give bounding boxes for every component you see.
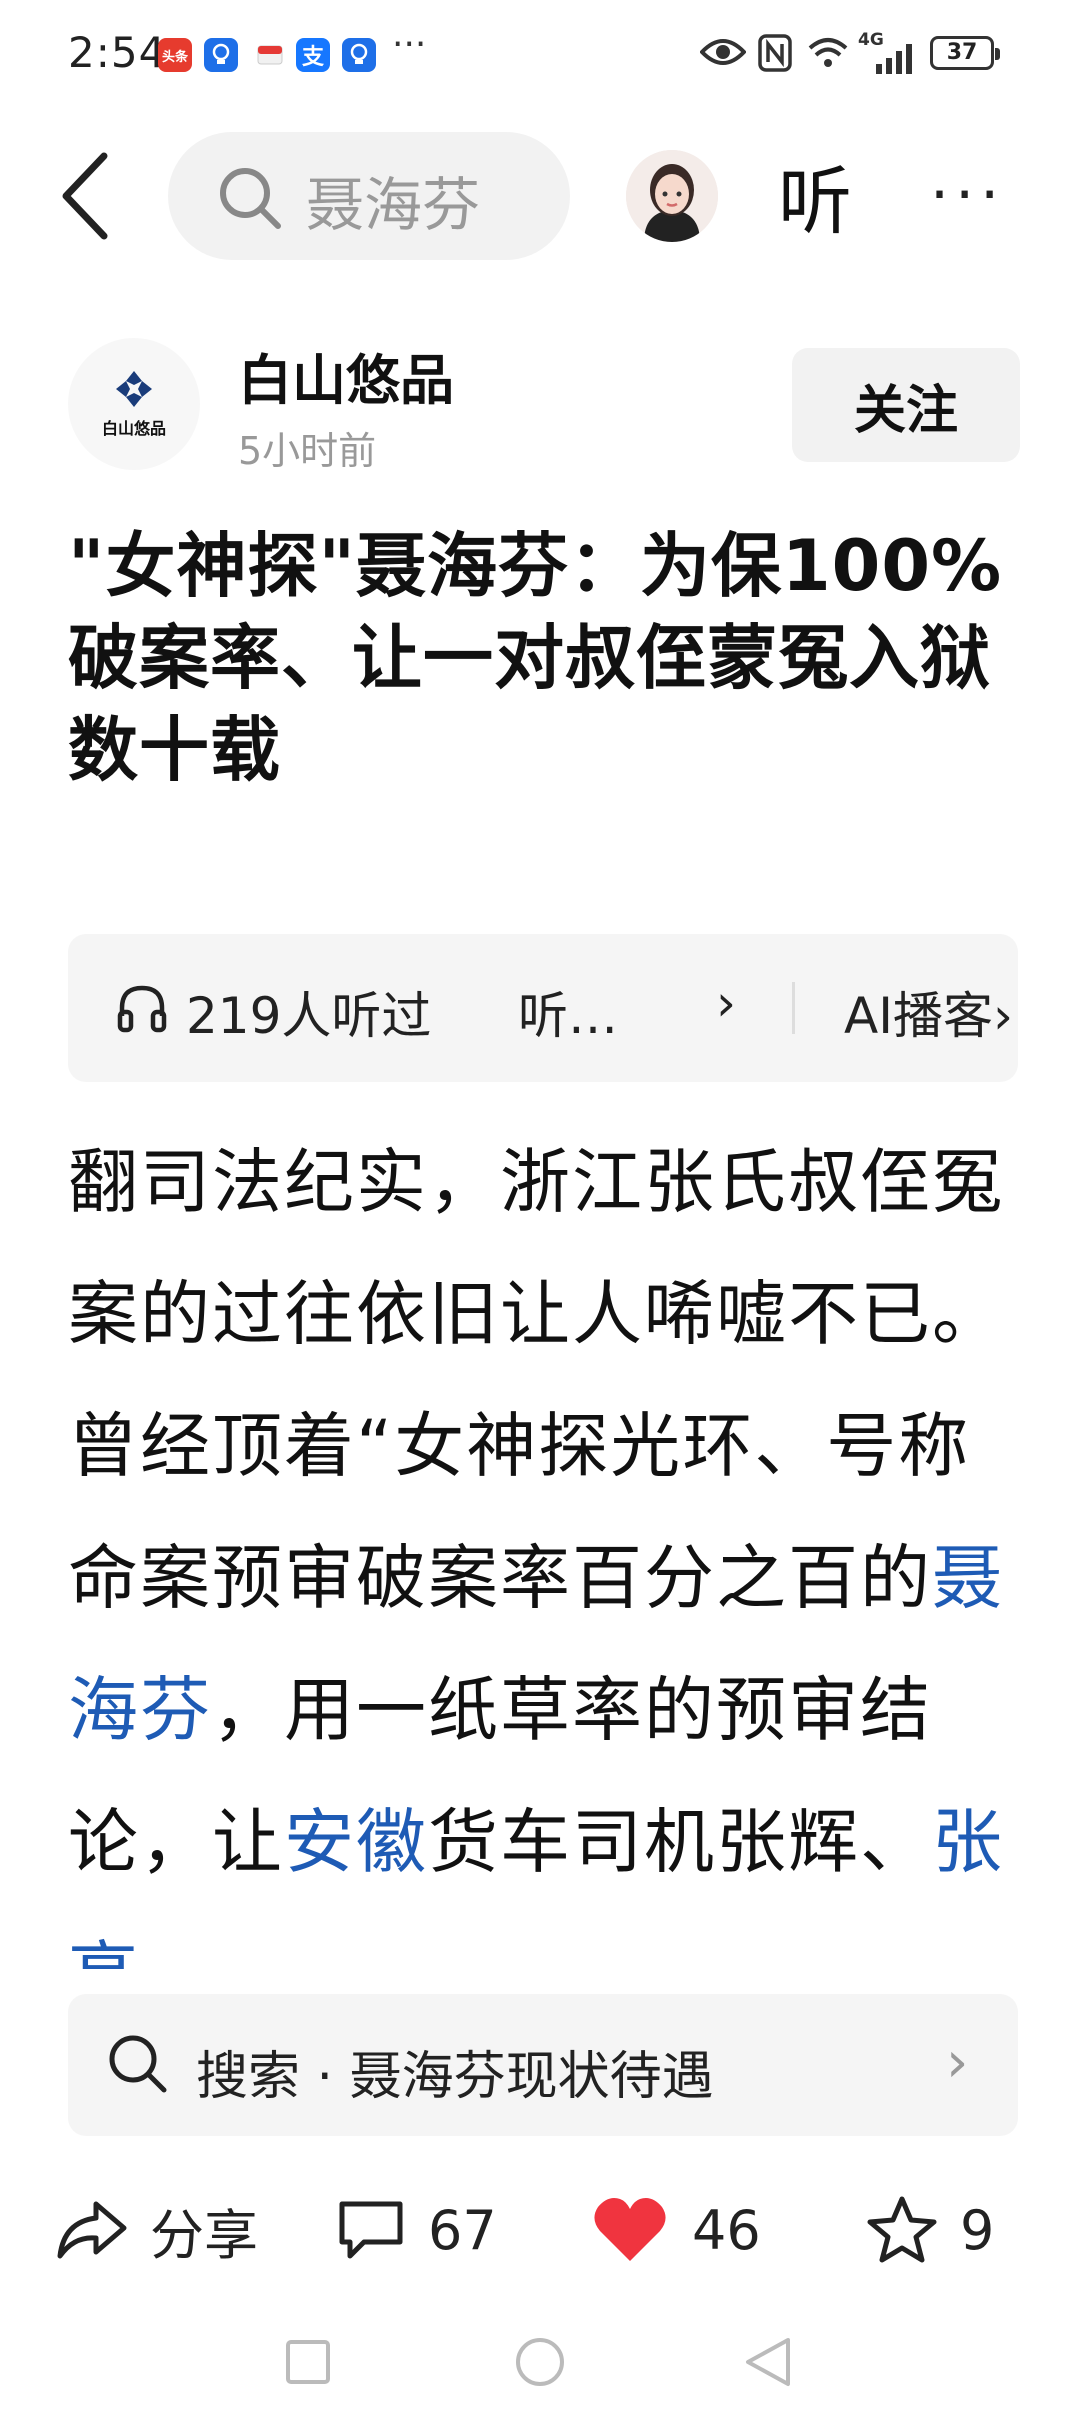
- listen-button[interactable]: 听: [778, 142, 852, 249]
- favorite-button[interactable]: 9: [866, 2170, 994, 2290]
- search-suggestion[interactable]: 搜索 · 聂海芬现状待遇 ›: [68, 1994, 1018, 2136]
- search-icon: [220, 168, 281, 229]
- suggestion-text: 搜索 · 聂海芬现状待遇: [196, 2047, 714, 2107]
- toutiao-icon: 头条: [158, 38, 192, 72]
- comment-count: 67: [428, 2198, 497, 2262]
- logo-text: 白山悠品: [101, 419, 166, 438]
- alipay-icon: 支: [296, 38, 330, 72]
- clock: 2:54: [68, 28, 167, 77]
- article-title: "女神探"聂海芬：为保100%破案率、让一对叔侄蒙冤入狱数十载: [68, 525, 1003, 791]
- share-icon: [57, 2201, 127, 2259]
- chevron-right-icon: ›: [716, 974, 736, 1032]
- link-anhui[interactable]: 安徽: [284, 1801, 428, 1883]
- share-button[interactable]: 分享: [56, 2170, 258, 2290]
- recent-apps-icon[interactable]: [284, 2338, 332, 2386]
- reader-avatar[interactable]: [626, 150, 718, 242]
- heart-icon: [594, 2198, 666, 2261]
- article-body: 翻司法纪实，浙江张氏叔侄冤案的过往依旧让人唏嘘不已。曾经顶着“女神探光环、号称命…: [68, 1116, 1028, 1970]
- body-text: 翻司法纪实，浙江张氏叔侄冤案的过往依旧让人唏嘘不已。曾经顶着“女神探光环、号称命…: [68, 1141, 1004, 1619]
- comment-icon: [339, 2201, 403, 2259]
- home-icon[interactable]: [514, 2336, 566, 2388]
- system-nav-bar: [0, 2330, 1084, 2412]
- share-label: 分享: [150, 2203, 258, 2267]
- author-name[interactable]: 白山悠品: [238, 336, 454, 415]
- chevron-left-icon: [62, 152, 108, 240]
- bulb-icon: [204, 38, 238, 72]
- back-nav-icon[interactable]: [742, 2336, 794, 2388]
- audio-bar[interactable]: 219人听过 听… › AI播客›: [68, 934, 1018, 1082]
- comment-button[interactable]: 67: [336, 2170, 497, 2290]
- divider: [792, 982, 795, 1034]
- back-button[interactable]: [56, 150, 126, 250]
- author-logo[interactable]: 白山悠品: [68, 338, 200, 470]
- battery-indicator: 37: [930, 36, 1000, 70]
- envelope-icon: [256, 40, 284, 68]
- more-notifications-icon: ···: [392, 24, 427, 65]
- signal-icon: [876, 44, 916, 78]
- bulb-icon: [342, 38, 376, 72]
- logo-mark-icon: [116, 371, 152, 407]
- follow-button[interactable]: 关注: [792, 348, 1020, 462]
- like-button[interactable]: 46: [590, 2170, 761, 2290]
- nfc-icon: [758, 34, 792, 76]
- headphones-icon: [117, 985, 167, 1033]
- more-button[interactable]: ···: [930, 160, 1005, 230]
- body-text: 货车司机张辉、: [428, 1801, 932, 1883]
- favorite-count: 9: [960, 2198, 995, 2262]
- like-count: 46: [692, 2198, 761, 2262]
- status-bar: 2:54 头条 支 ··· 4G 37: [0, 0, 1084, 110]
- wifi-icon: [806, 34, 850, 74]
- star-icon: [867, 2196, 937, 2263]
- search-icon: [109, 2035, 167, 2093]
- publish-time: 5小时前: [238, 429, 377, 473]
- search-query: 聂海芬: [306, 171, 481, 239]
- listen-link[interactable]: 听…: [518, 976, 618, 1048]
- chevron-right-icon: ›: [946, 2030, 969, 2095]
- avatar-icon: [626, 150, 718, 242]
- listen-count: 219人听过: [186, 987, 432, 1045]
- search-bar[interactable]: 聂海芬: [168, 132, 570, 260]
- eye-icon: [699, 34, 747, 74]
- ai-podcast-button[interactable]: AI播客›: [844, 976, 1013, 1048]
